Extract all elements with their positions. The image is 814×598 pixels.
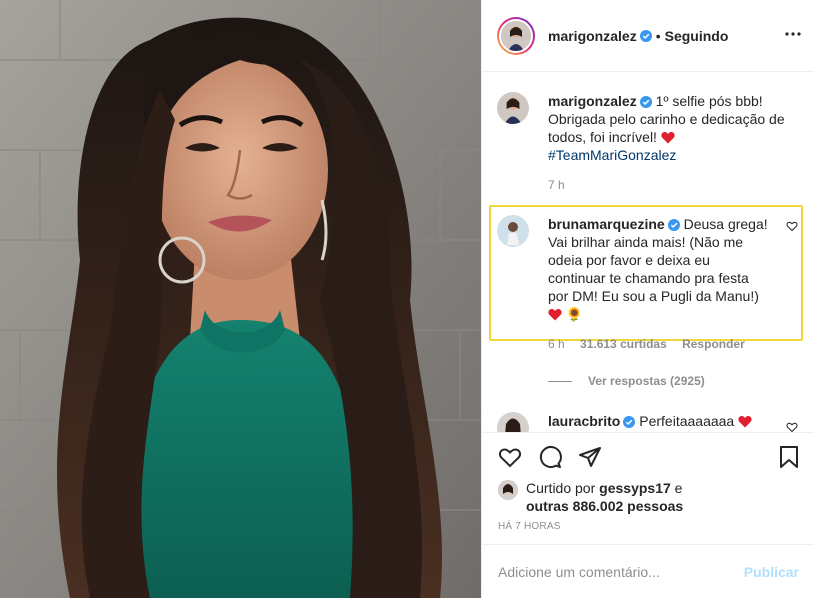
red-heart-emoji <box>548 308 562 321</box>
liker-username[interactable]: gessyps17 <box>599 480 671 496</box>
comment-text: Perfeitaaaaaaa <box>639 413 735 429</box>
share-icon[interactable] <box>578 445 602 469</box>
publish-button[interactable]: Publicar <box>744 564 799 580</box>
header-separator: • <box>655 27 661 44</box>
liker-avatar[interactable] <box>498 480 518 500</box>
post-photo[interactable] <box>0 0 481 598</box>
comments-list[interactable]: marigonzalez 1º selfie pós bbb! Obrigada… <box>482 72 814 432</box>
liked-by-prefix: Curtido por <box>526 480 596 496</box>
caption-username[interactable]: marigonzalez <box>548 93 637 109</box>
comment-meta: 6 h 31.613 curtidas Responder <box>548 337 802 351</box>
comment-username[interactable]: brunamarquezine <box>548 216 665 232</box>
comment-likes[interactable]: 31.613 curtidas <box>580 337 667 351</box>
comment-input[interactable]: Adicione um comentário... <box>498 564 744 580</box>
bookmark-icon[interactable] <box>777 445 801 469</box>
post-actions: Curtido por gessyps17 e outras 886.002 p… <box>482 432 814 544</box>
red-heart-emoji <box>738 415 752 428</box>
caption-time: 7 h <box>548 178 565 192</box>
hashtag-link[interactable]: #TeamMariGonzalez <box>548 147 676 163</box>
selfie-image <box>0 0 481 598</box>
likes-conjunction: e <box>674 480 683 496</box>
reply-button[interactable]: Responder <box>682 337 745 351</box>
others-likes-link[interactable]: outras 886.002 pessoas <box>526 498 683 514</box>
instagram-post: marigonzalez • Seguindo marigonzalez 1º … <box>0 0 814 598</box>
comment-time: 6 h <box>548 337 565 351</box>
author-avatar-ring[interactable] <box>497 16 535 55</box>
comment-avatar[interactable] <box>497 215 529 247</box>
comment-avatar[interactable] <box>497 412 529 432</box>
post-header: marigonzalez • Seguindo <box>482 0 814 72</box>
comment-username[interactable]: lauracbrito <box>548 413 620 429</box>
following-button[interactable]: Seguindo <box>665 28 729 44</box>
verified-icon <box>639 96 652 108</box>
more-options-icon[interactable] <box>785 26 801 42</box>
caption: marigonzalez 1º selfie pós bbb! Obrigada… <box>497 92 802 192</box>
author-username[interactable]: marigonzalez <box>548 28 637 44</box>
verified-icon <box>623 416 636 428</box>
post-sidebar: marigonzalez • Seguindo marigonzalez 1º … <box>481 0 814 598</box>
add-comment-bar: Adicione um comentário... Publicar <box>482 544 814 598</box>
view-replies-label: Ver respostas (2925) <box>588 374 705 388</box>
verified-icon <box>639 29 652 42</box>
caption-avatar[interactable] <box>497 92 529 124</box>
post-timestamp[interactable]: HÁ 7 HORAS <box>498 521 561 532</box>
comment-icon[interactable] <box>538 445 562 469</box>
view-replies-button[interactable]: Ver respostas (2925) <box>548 374 705 388</box>
comment: lauracbrito Perfeitaaaaaaa <box>497 412 802 432</box>
verified-icon <box>667 219 680 231</box>
like-comment-icon[interactable] <box>786 421 798 432</box>
like-icon[interactable] <box>498 445 522 469</box>
caption-meta: 7 h <box>548 178 802 192</box>
like-comment-icon[interactable] <box>786 220 798 232</box>
sunflower-emoji: 🌻 <box>565 306 584 322</box>
red-heart-emoji <box>661 131 675 144</box>
author-avatar <box>499 18 533 53</box>
replies-divider <box>548 380 572 382</box>
comment: brunamarquezine Deusa grega! Vai brilhar… <box>497 215 802 351</box>
likes-summary: Curtido por gessyps17 e outras 886.002 p… <box>498 479 683 515</box>
